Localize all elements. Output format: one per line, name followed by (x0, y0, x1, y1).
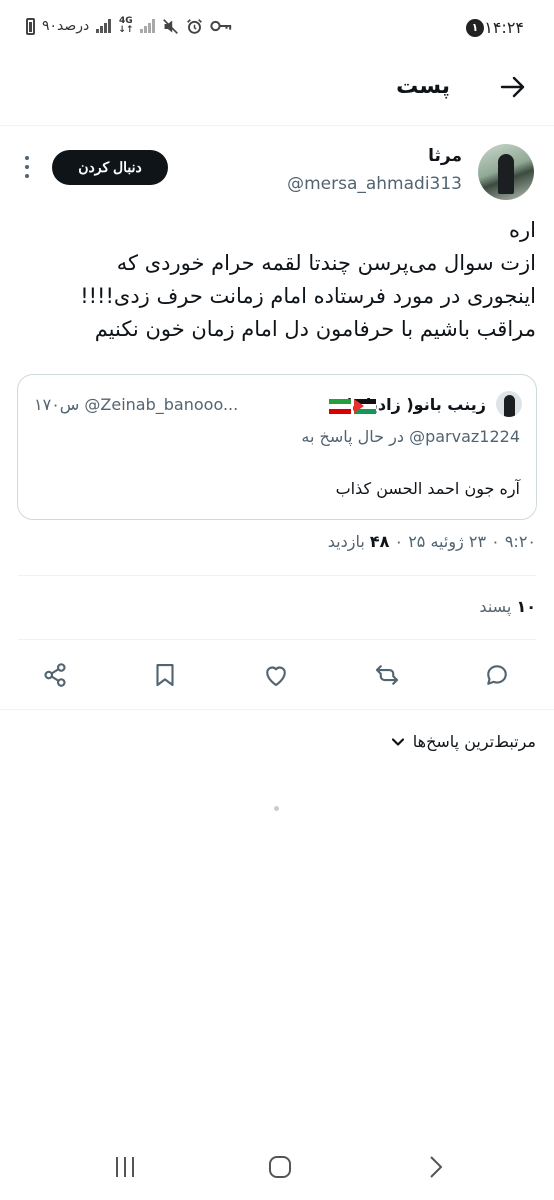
nav-back-button[interactable] (420, 1152, 450, 1182)
tweet-meta: ۹:۲۰ ۰ ۲۳ ژوئیه ۲۵ ۰ ۴۸ بازدید (328, 532, 536, 551)
tweet-time-date: ۹:۲۰ ۰ ۲۳ ژوئیه ۲۵ ۰ (394, 532, 537, 551)
top-app-bar: پست (0, 58, 554, 126)
tweet-line: مراقب باشیم با حرفامون دل امام زمان خون … (94, 317, 536, 341)
mute-icon (163, 18, 179, 34)
battery-icon (26, 17, 35, 35)
likes-label: پسند (479, 597, 512, 616)
action-bar (0, 656, 554, 698)
author-handle[interactable]: @mersa_ahmadi313 (287, 174, 462, 194)
back-icon (430, 1156, 443, 1178)
more-options-icon[interactable] (22, 156, 32, 178)
loading-indicator (274, 806, 279, 811)
reply-prefix: در حال پاسخ به (301, 427, 404, 446)
chevron-down-icon (391, 737, 404, 746)
battery-text: ۹۰درصد (42, 18, 90, 34)
reply-mention[interactable]: @parvaz1224 (409, 427, 520, 446)
replies-sort-label: مرتبط‌ترین پاسخ‌ها (412, 732, 536, 751)
home-icon (269, 1156, 291, 1178)
share-button[interactable] (40, 660, 74, 694)
tweet-line: ازت سوال می‌پرسن چندتا لقمه حرام خوردی ک… (116, 251, 536, 275)
quote-time: ۱۷۰س (34, 395, 80, 414)
status-icons: ۹۰درصد 4G ↓↑ (26, 17, 232, 35)
tweet-text: اره ازت سوال می‌پرسن چندتا لقمه حرام خور… (16, 214, 536, 346)
recents-icon (116, 1157, 134, 1177)
retweet-icon (375, 665, 399, 685)
arrow-right-icon (500, 76, 525, 98)
status-time: ۱۴:۲۴ (484, 18, 524, 37)
replies-sort-dropdown[interactable]: مرتبط‌ترین پاسخ‌ها (391, 732, 536, 751)
quote-handle: @Zeinab_banooo... (84, 395, 239, 414)
tweet-line: اره (509, 218, 536, 242)
palestine-flag-icon (354, 399, 376, 414)
quote-avatar[interactable] (496, 391, 522, 417)
likes-count: ۱۰ (516, 597, 536, 616)
alarm-icon (187, 18, 203, 34)
status-bar: ۱۴:۲۴ ۱ ۹۰درصد 4G ↓↑ (0, 0, 554, 58)
network-icon: 4G ↓↑ (118, 16, 134, 35)
bookmark-button[interactable] (150, 660, 184, 694)
notification-badge: ۱ (466, 19, 484, 37)
page-title: پست (396, 74, 450, 99)
views-label: بازدید (327, 532, 365, 551)
divider (0, 709, 554, 710)
quote-handle-time: ۱۷۰س @Zeinab_banooo... (34, 395, 238, 414)
bookmark-icon (156, 663, 174, 687)
retweet-button[interactable] (372, 660, 406, 694)
key-icon (210, 20, 232, 32)
reply-icon (487, 665, 507, 685)
recents-button[interactable] (110, 1152, 140, 1182)
quote-reply-context: در حال پاسخ به @parvaz1224 (301, 427, 520, 446)
author-name[interactable]: مرثا (428, 146, 462, 166)
quote-text: آره جون احمد الحسن کذاب (335, 479, 520, 498)
signal-icon (96, 19, 112, 33)
quote-flags (329, 399, 376, 414)
like-icon (266, 666, 286, 687)
system-nav-bar (0, 1140, 554, 1190)
like-button[interactable] (261, 660, 295, 694)
wifi-signal-icon (140, 19, 156, 33)
view-count: ۴۸ (369, 532, 390, 551)
author-avatar[interactable] (478, 144, 534, 200)
follow-button[interactable]: دنبال کردن (52, 150, 168, 185)
iran-flag-icon (329, 399, 351, 414)
quoted-tweet[interactable]: زینب بانو( زادیان) ۱۷۰س @Zeinab_banooo..… (17, 374, 537, 520)
divider (18, 639, 536, 640)
back-button[interactable] (498, 72, 528, 102)
tweet-line: اینجوری در مورد فرستاده امام زمانت حرف ز… (80, 284, 536, 308)
home-button[interactable] (265, 1152, 295, 1182)
divider (18, 575, 536, 576)
share-icon (44, 663, 66, 687)
likes-row[interactable]: ۱۰ پسند (479, 597, 536, 616)
reply-button[interactable] (482, 660, 516, 694)
